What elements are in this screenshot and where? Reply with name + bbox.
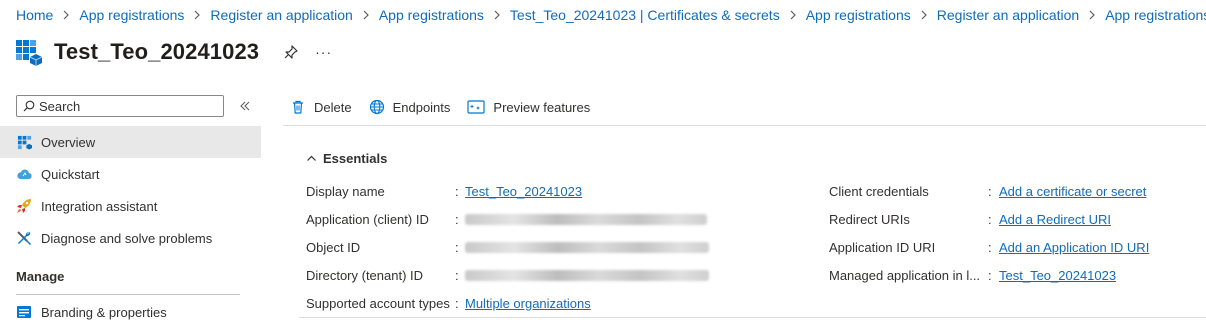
chevron-right-icon [920, 10, 928, 20]
breadcrumb-app-registrations[interactable]: App registrations [1105, 7, 1206, 23]
divider [299, 317, 1206, 318]
globe-icon [369, 99, 384, 115]
delete-button[interactable]: Delete [290, 99, 352, 115]
field-application-id-uri: Application ID URI [829, 238, 935, 256]
delete-label: Delete [314, 99, 352, 115]
add-certificate-link[interactable]: Add a certificate or secret [999, 182, 1146, 200]
breadcrumb-register-application[interactable]: Register an application [210, 7, 352, 23]
breadcrumb-register-application[interactable]: Register an application [937, 7, 1079, 23]
field-separator: : [988, 239, 992, 255]
field-redirect-uris: Redirect URIs [829, 210, 910, 228]
sidebar-item-integration-assistant[interactable]: Integration assistant [0, 190, 261, 222]
add-application-id-uri-link[interactable]: Add an Application ID URI [999, 238, 1149, 256]
sidebar-item-branding[interactable]: Branding & properties [0, 296, 277, 328]
essentials-toggle[interactable]: Essentials [306, 151, 387, 166]
field-label: Display name [306, 183, 385, 199]
redacted-value [465, 238, 709, 256]
essentials-title: Essentials [323, 151, 388, 166]
sidebar-item-diagnose[interactable]: Diagnose and solve problems [0, 222, 261, 254]
field-label: Client credentials [829, 183, 929, 199]
field-separator: : [455, 267, 459, 283]
breadcrumb-app-registrations[interactable]: App registrations [806, 7, 911, 23]
breadcrumb-home[interactable]: Home [16, 7, 53, 23]
rocket-icon [16, 198, 32, 214]
field-display-name: Display name [306, 182, 385, 200]
app-registration-icon [16, 40, 42, 66]
chevron-right-icon [493, 10, 501, 20]
field-label: Supported account types [306, 295, 450, 311]
field-separator: : [988, 183, 992, 199]
account-types-link[interactable]: Multiple organizations [465, 294, 591, 312]
sidebar-item-label: Integration assistant [41, 198, 158, 214]
chevron-up-icon [307, 155, 316, 161]
sidebar-item-label: Diagnose and solve problems [41, 230, 213, 246]
field-application-id: Application (client) ID [306, 210, 429, 228]
chevron-right-icon [62, 10, 70, 20]
cloud-icon [16, 166, 32, 182]
field-label: Application (client) ID [306, 211, 429, 227]
page-header: Test_Teo_20241023 ··· [16, 34, 332, 70]
sidebar-item-label: Overview [41, 134, 96, 150]
branding-icon [16, 304, 32, 320]
field-tenant-id: Directory (tenant) ID [306, 266, 423, 284]
search-input[interactable] [39, 98, 219, 114]
field-separator: : [988, 267, 992, 283]
breadcrumb-certificates-secrets[interactable]: Test_Teo_20241023 | Certificates & secre… [510, 7, 780, 23]
chevron-right-icon [362, 10, 370, 20]
collapse-sidebar-button[interactable] [238, 98, 252, 114]
sidebar-nav: Overview Quickstart Integration assistan… [0, 126, 261, 254]
sidebar-search[interactable] [16, 95, 224, 117]
field-label: Managed application in l... [829, 267, 981, 283]
display-name-link[interactable]: Test_Teo_20241023 [465, 182, 582, 200]
sidebar-section-manage: Manage [16, 269, 65, 284]
divider [16, 294, 240, 295]
divider [283, 125, 1206, 126]
page-title: Test_Teo_20241023 [54, 39, 260, 64]
breadcrumb-app-registrations[interactable]: App registrations [79, 7, 184, 23]
preview-features-label: Preview features [493, 99, 591, 115]
trash-icon [293, 100, 303, 114]
field-label: Application ID URI [829, 239, 936, 255]
field-separator: : [455, 211, 459, 227]
sidebar-item-label: Quickstart [41, 166, 100, 182]
sidebar-item-quickstart[interactable]: Quickstart [0, 158, 261, 190]
field-separator: : [455, 239, 459, 255]
breadcrumb-app-registrations[interactable]: App registrations [379, 7, 484, 23]
endpoints-label: Endpoints [392, 99, 451, 115]
chevron-right-icon [193, 10, 201, 20]
field-label: Directory (tenant) ID [306, 267, 424, 283]
breadcrumb: Home App registrations Register an appli… [16, 6, 1206, 24]
command-bar: Delete Endpoints Preview features [290, 96, 607, 118]
field-separator: : [455, 183, 459, 199]
field-client-credentials: Client credentials [829, 182, 929, 200]
field-managed-application: Managed application in l... [829, 266, 980, 284]
redacted-value [465, 210, 707, 228]
field-separator: : [455, 295, 459, 311]
chevron-right-icon [1088, 10, 1096, 20]
overview-icon [16, 134, 32, 150]
redacted-value [465, 266, 709, 284]
field-label: Object ID [306, 239, 361, 255]
sidebar-item-label: Branding & properties [41, 304, 167, 320]
add-redirect-uri-link[interactable]: Add a Redirect URI [999, 210, 1111, 228]
wrench-icon [16, 230, 32, 246]
pin-icon[interactable] [283, 44, 299, 60]
managed-application-link[interactable]: Test_Teo_20241023 [999, 266, 1116, 284]
field-object-id: Object ID [306, 238, 360, 256]
field-separator: : [988, 211, 992, 227]
preview-features-icon [467, 100, 486, 114]
more-options-icon[interactable]: ··· [315, 44, 332, 60]
field-label: Redirect URIs [829, 211, 910, 227]
field-account-types: Supported account types [306, 294, 450, 312]
chevron-right-icon [789, 10, 797, 20]
endpoints-button[interactable]: Endpoints [369, 99, 451, 115]
search-icon [23, 100, 35, 112]
double-chevron-left-icon [240, 101, 250, 111]
preview-features-button[interactable]: Preview features [467, 99, 590, 115]
sidebar-item-overview[interactable]: Overview [0, 126, 261, 158]
